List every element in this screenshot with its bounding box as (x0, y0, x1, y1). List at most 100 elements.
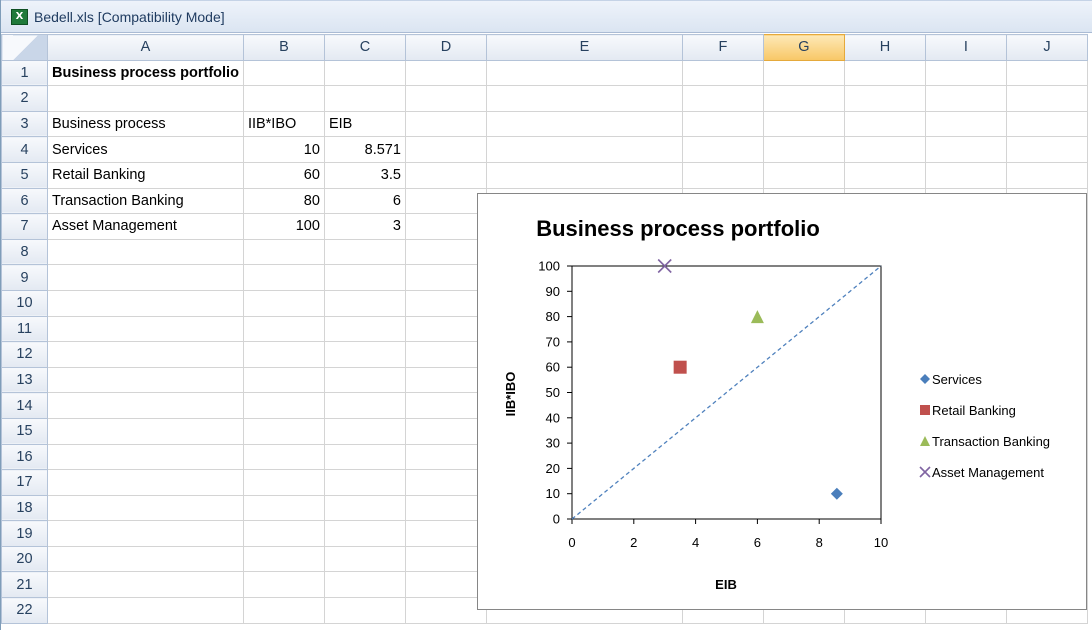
cell-d6[interactable] (404, 187, 487, 215)
cell-b2[interactable] (242, 85, 325, 112)
row-header[interactable]: 17 (1, 469, 48, 496)
cell-j1[interactable] (1005, 59, 1088, 87)
cell-h5[interactable] (843, 161, 926, 189)
cell-e5[interactable] (485, 161, 683, 189)
cell-a4[interactable]: Services (47, 136, 244, 163)
cell-a1[interactable]: Business process portfolio (47, 59, 244, 87)
cell-e4[interactable] (485, 136, 683, 163)
cell-c13[interactable] (323, 366, 406, 394)
row-header[interactable]: 1 (1, 59, 48, 87)
cell-i4[interactable] (924, 136, 1007, 163)
cell-h1[interactable] (843, 59, 926, 87)
cell-d22[interactable] (404, 597, 487, 624)
cell-c1[interactable] (323, 59, 406, 87)
cell-c18[interactable] (323, 494, 406, 522)
cell-f2[interactable] (681, 85, 764, 112)
cell-d12[interactable] (404, 341, 487, 368)
cell-b13[interactable] (242, 366, 325, 394)
data-point-retail-banking[interactable] (673, 360, 687, 374)
cell-b19[interactable] (242, 520, 325, 547)
row-header[interactable]: 14 (1, 392, 48, 419)
cell-d20[interactable] (404, 545, 487, 573)
cell-e2[interactable] (485, 85, 683, 112)
cell-d15[interactable] (404, 417, 487, 445)
cell-b9[interactable] (242, 264, 325, 291)
cell-b8[interactable] (242, 238, 325, 266)
cell-c4[interactable]: 8.571 (323, 136, 406, 163)
legend-marker-retail-banking[interactable] (920, 405, 930, 415)
cell-a8[interactable] (47, 238, 244, 266)
cell-c12[interactable] (323, 341, 406, 368)
cell-b6[interactable]: 80 (242, 187, 325, 215)
column-header-d[interactable]: D (404, 34, 487, 61)
legend-marker-asset-management[interactable] (919, 466, 931, 478)
cell-b12[interactable] (242, 341, 325, 368)
cell-d10[interactable] (404, 289, 487, 317)
cell-b4[interactable]: 10 (242, 136, 325, 163)
row-header[interactable]: 8 (1, 238, 48, 266)
select-all-button[interactable] (1, 34, 48, 61)
cell-a9[interactable] (47, 264, 244, 291)
row-header[interactable]: 3 (1, 110, 48, 138)
cell-b20[interactable] (242, 545, 325, 573)
cell-d8[interactable] (404, 238, 487, 266)
cell-d18[interactable] (404, 494, 487, 522)
column-header-b[interactable]: B (242, 34, 325, 61)
cell-b17[interactable] (242, 469, 325, 496)
cell-d9[interactable] (404, 264, 487, 291)
cell-d3[interactable] (404, 110, 487, 138)
cell-a5[interactable]: Retail Banking (47, 161, 244, 189)
row-header[interactable]: 2 (1, 85, 48, 112)
cell-b22[interactable] (242, 597, 325, 624)
cell-b21[interactable] (242, 571, 325, 599)
cell-e1[interactable] (485, 59, 683, 87)
row-header[interactable]: 5 (1, 161, 48, 189)
row-header[interactable]: 21 (1, 571, 48, 599)
cell-i3[interactable] (924, 110, 1007, 138)
cell-c3[interactable]: EIB (323, 110, 406, 138)
cell-g1[interactable] (762, 59, 845, 87)
column-header-a[interactable]: A (47, 34, 244, 61)
column-header-h[interactable]: H (843, 34, 926, 61)
row-header[interactable]: 18 (1, 494, 48, 522)
row-header[interactable]: 7 (1, 213, 48, 240)
cell-d2[interactable] (404, 85, 487, 112)
cell-a15[interactable] (47, 417, 244, 445)
cell-b10[interactable] (242, 289, 325, 317)
cell-c6[interactable]: 6 (323, 187, 406, 215)
cell-c10[interactable] (323, 289, 406, 317)
cell-c20[interactable] (323, 545, 406, 573)
excel-icon[interactable]: X (11, 8, 28, 25)
column-header-e[interactable]: E (485, 34, 683, 61)
cell-c14[interactable] (323, 392, 406, 419)
cell-g3[interactable] (762, 110, 845, 138)
cell-c8[interactable] (323, 238, 406, 266)
row-header[interactable]: 10 (1, 289, 48, 317)
cell-c11[interactable] (323, 315, 406, 343)
cell-c21[interactable] (323, 571, 406, 599)
cell-f5[interactable] (681, 161, 764, 189)
cell-b15[interactable] (242, 417, 325, 445)
row-header[interactable]: 6 (1, 187, 48, 215)
cell-d1[interactable] (404, 59, 487, 87)
cell-d14[interactable] (404, 392, 487, 419)
row-header[interactable]: 12 (1, 341, 48, 368)
cell-f1[interactable] (681, 59, 764, 87)
cell-a19[interactable] (47, 520, 244, 547)
legend-marker-services[interactable] (920, 374, 930, 384)
cell-c19[interactable] (323, 520, 406, 547)
cell-c9[interactable] (323, 264, 406, 291)
cell-b14[interactable] (242, 392, 325, 419)
cell-d7[interactable] (404, 213, 487, 240)
cell-d13[interactable] (404, 366, 487, 394)
cell-d11[interactable] (404, 315, 487, 343)
cell-c16[interactable] (323, 443, 406, 471)
legend-marker-transaction-banking[interactable] (920, 436, 930, 446)
cell-b3[interactable]: IIB*IBO (242, 110, 325, 138)
cell-d16[interactable] (404, 443, 487, 471)
cell-a10[interactable] (47, 289, 244, 317)
cell-a16[interactable] (47, 443, 244, 471)
cell-b7[interactable]: 100 (242, 213, 325, 240)
cell-a12[interactable] (47, 341, 244, 368)
chart-object[interactable]: Business process portfolio 0 10 20 30 40 50 60… (477, 193, 1087, 610)
